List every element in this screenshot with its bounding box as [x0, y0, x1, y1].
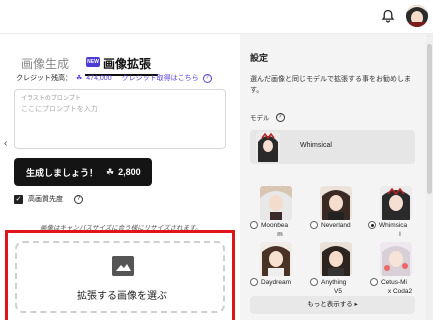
- model-label-row: モデル ?: [250, 112, 285, 122]
- credit-balance-value: 474,000: [86, 74, 112, 82]
- model-radio-neverland[interactable]: [310, 221, 318, 229]
- model-radio-daydream[interactable]: [250, 278, 258, 286]
- upload-highlight-frame: 拡張する画像を選ぶ: [5, 230, 235, 320]
- tab-image-upscale[interactable]: 画像拡張: [103, 55, 151, 72]
- model-name-line1: Neverland: [321, 221, 351, 229]
- new-badge: NEW: [86, 57, 100, 67]
- prompt-field: イラストのプロンプト: [14, 89, 226, 149]
- model-radio-moonbeam[interactable]: [250, 221, 258, 229]
- model-thumbnail-daydream[interactable]: [260, 242, 292, 276]
- model-name-line2: l: [399, 231, 401, 238]
- model-thumbnail-moonbeam[interactable]: [260, 186, 292, 220]
- settings-description: 選んだ画像と同じモデルで拡張する事をお勧めします。: [250, 76, 411, 94]
- clover-icon: ☘: [106, 166, 115, 177]
- model-name-line1: Anything: [321, 278, 347, 286]
- model-option-whimsical[interactable]: Whimsica: [368, 221, 407, 229]
- settings-title: 設定: [250, 53, 269, 63]
- help-icon[interactable]: ?: [202, 73, 212, 83]
- generate-button-label: 生成しましょう！: [26, 167, 99, 178]
- prompt-input[interactable]: [21, 104, 221, 144]
- model-label: モデル: [250, 115, 270, 122]
- user-avatar[interactable]: [406, 5, 428, 27]
- selected-model-card[interactable]: Whimsical: [250, 130, 415, 164]
- get-credits-link[interactable]: クレジット取得はこちら: [122, 73, 199, 83]
- upload-dropzone[interactable]: 拡張する画像を選ぶ: [15, 241, 225, 313]
- show-more-button[interactable]: もっと表示する ▸: [250, 296, 415, 314]
- selected-model-name: Whimsical: [300, 142, 332, 149]
- upload-label: 拡張する画像を選ぶ: [77, 291, 167, 302]
- model-name-line1: Daydream: [261, 278, 291, 286]
- model-thumbnail-cetus-mix[interactable]: [380, 242, 412, 276]
- model-radio-whimsical[interactable]: [368, 221, 376, 229]
- scrollbar-thumb[interactable]: [427, 44, 432, 194]
- credit-balance-label: クレジット残高：: [16, 75, 72, 82]
- model-name-line1: Whimsica: [379, 221, 408, 229]
- model-name-line2: m: [277, 231, 283, 238]
- model-option-cetus-mix[interactable]: Cetus-Mi: [370, 278, 407, 286]
- settings-panel: 設定 選んだ画像と同じモデルで拡張する事をお勧めします。 モデル ? Whims…: [240, 34, 426, 320]
- model-option-moonbeam[interactable]: Moonbea: [250, 221, 288, 229]
- high-quality-checkbox[interactable]: ✓: [14, 194, 23, 204]
- model-thumbnail-neverland[interactable]: [320, 186, 352, 220]
- help-icon[interactable]: ?: [74, 194, 83, 204]
- high-quality-priority-row: ✓ 高画質先度 ?: [14, 194, 83, 204]
- model-radio-cetus-mix[interactable]: [370, 278, 378, 286]
- upscale-form-panel: 画像生成 NEW 画像拡張 クレジット残高： ☘ 474,000 クレジット取得…: [0, 34, 238, 320]
- model-option-neverland[interactable]: Neverland: [310, 221, 351, 229]
- selected-model-thumbnail: [256, 132, 280, 162]
- model-name-line2: V5: [334, 288, 342, 295]
- model-name-line1: Moonbea: [261, 221, 289, 229]
- tab-image-generation[interactable]: 画像生成: [21, 55, 69, 72]
- generate-cost: 2,800: [118, 167, 141, 177]
- model-option-daydream[interactable]: Daydream: [250, 278, 291, 286]
- image-icon: [112, 256, 134, 276]
- model-option-anything-v5[interactable]: Anything: [310, 278, 346, 286]
- high-quality-label: 高画質先度: [28, 196, 63, 203]
- model-name-line2: x Coda2: [387, 288, 413, 295]
- model-thumbnail-anything-v5[interactable]: [320, 242, 352, 276]
- model-radio-anything-v5[interactable]: [310, 278, 318, 286]
- chevron-left-icon[interactable]: ‹: [4, 138, 7, 149]
- top-bar: [0, 0, 433, 34]
- prompt-label: イラストのプロンプト: [21, 96, 81, 102]
- bell-icon[interactable]: [381, 9, 395, 23]
- clover-icon: ☘: [76, 75, 83, 82]
- help-icon[interactable]: ?: [275, 112, 285, 122]
- model-name-line1: Cetus-Mi: [381, 278, 408, 286]
- generate-button[interactable]: 生成しましょう！ ☘ 2,800: [14, 158, 152, 186]
- model-thumbnail-whimsical[interactable]: [380, 186, 412, 220]
- credit-balance-row: クレジット残高： ☘ 474,000 クレジット取得はこちら ?: [16, 73, 212, 83]
